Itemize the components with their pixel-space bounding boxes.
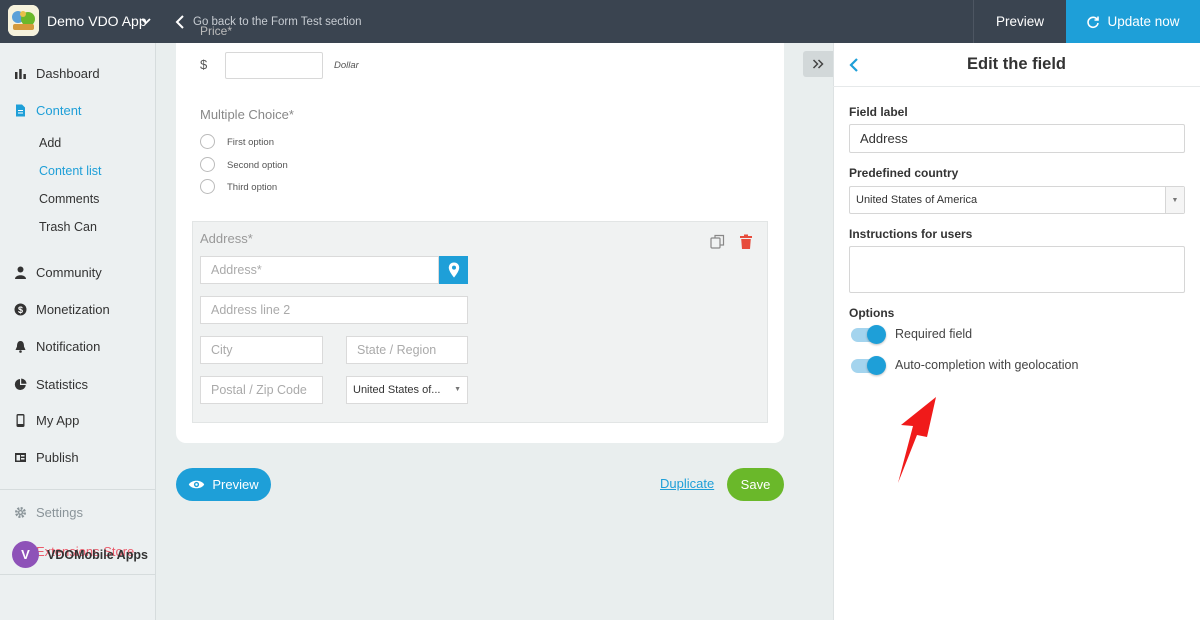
preview-button-label: Preview [212,477,259,492]
save-button[interactable]: Save [727,468,784,501]
chevron-down-icon[interactable] [140,14,152,28]
sidebar-item-statistics[interactable]: Statistics [14,377,88,392]
address-input[interactable]: Address* [200,256,439,284]
refresh-icon [1087,15,1100,28]
app-logo[interactable] [8,5,39,36]
publish-icon [15,453,26,462]
sidebar-item-label: Monetization [36,302,110,317]
sidebar-item-settings[interactable]: Settings [14,505,83,520]
document-icon [16,104,25,117]
map-pin-icon [448,262,459,278]
country-select-value: United States of... [353,384,441,396]
select-caret-icon[interactable]: ▼ [1165,187,1184,213]
options-label: Options [849,306,895,320]
annotation-arrow [898,397,936,483]
collapse-panel-button[interactable] [803,51,833,77]
field-label-input[interactable]: Address [849,124,1185,153]
sidebar-item-label: Notification [36,339,101,354]
phone-icon [16,414,25,427]
field-label-label: Field label [849,105,908,119]
sidebar-item-monetization[interactable]: $ Monetization [14,302,110,317]
address-field-title: Address* [200,231,253,246]
postal-code-input[interactable]: Postal / Zip Code [200,376,323,404]
chevron-left-icon [175,15,184,29]
price-input[interactable] [225,52,323,79]
multiple-choice-title: Multiple Choice* [200,107,294,122]
sidebar-item-label: Publish [36,450,79,465]
copy-icon[interactable] [710,234,725,249]
sidebar-item-label: Community [36,265,102,280]
radio-option[interactable] [200,134,215,149]
predefined-country-value: United States of America [856,194,978,206]
radio-option-label: Third option [227,182,278,193]
sidebar-item-notification[interactable]: Notification [14,339,100,354]
sidebar-subitem-content-list[interactable]: Content list [39,164,102,178]
radio-option[interactable] [200,157,215,172]
person-icon [15,266,26,279]
update-now-label: Update now [1107,14,1180,29]
app-name[interactable]: Demo VDO App [47,13,147,29]
sidebar-subitem-trash-can[interactable]: Trash Can [39,220,97,234]
predefined-country-select[interactable]: United States of America [849,186,1185,214]
sidebar-item-label: Dashboard [36,66,100,81]
radio-option-label: Second option [227,160,288,171]
update-now-button[interactable]: Update now [1066,0,1200,43]
sidebar-item-dashboard[interactable]: Dashboard [14,66,100,81]
sidebar-item-my-app[interactable]: My App [14,413,79,428]
address-line-2-input[interactable]: Address line 2 [200,296,468,324]
instructions-textarea[interactable] [849,246,1185,293]
avatar[interactable]: V [12,541,39,568]
sidebar-item-label: My App [36,413,80,428]
required-field-label: Required field [895,327,973,341]
duplicate-link[interactable]: Duplicate [660,476,714,491]
sidebar-item-label: Content [36,103,82,118]
predefined-country-label: Predefined country [849,166,959,180]
sidebar-item-label: Statistics [36,377,89,392]
sidebar [0,43,156,620]
geolocate-button[interactable] [439,256,468,284]
bar-chart-icon [15,69,26,79]
radio-option-label: First option [227,137,274,148]
instructions-label: Instructions for users [849,227,973,241]
select-caret-icon: ▼ [454,386,461,393]
toggle-knob[interactable] [867,325,886,344]
dollar-icon: $ [14,303,27,316]
gear-icon [15,507,26,518]
state-region-input[interactable]: State / Region [346,336,468,364]
geolocation-label: Auto-completion with geolocation [895,358,1079,372]
currency-symbol: $ [200,57,208,72]
radio-option[interactable] [200,179,215,194]
price-label: Price* [200,24,233,38]
preview-app-button[interactable]: Preview [973,0,1066,43]
pie-chart-icon [14,378,27,390]
sidebar-divider [0,489,156,490]
currency-unit: Dollar [334,60,359,71]
bell-icon [15,341,26,353]
svg-text:$: $ [18,305,23,315]
toggle-knob[interactable] [867,356,886,375]
country-select[interactable]: United States of... ▼ [346,376,468,404]
sidebar-item-label: Settings [36,505,83,520]
sidebar-subitem-comments[interactable]: Comments [39,192,99,206]
sidebar-item-community[interactable]: Community [14,265,102,280]
preview-button[interactable]: Preview [176,468,271,501]
city-input[interactable]: City [200,336,323,364]
sidebar-subitem-add[interactable]: Add [39,136,61,150]
sidebar-item-content[interactable]: Content [14,103,82,118]
account-name[interactable]: VDOMobile Apps [47,548,148,562]
eye-icon [189,480,205,489]
sidebar-item-publish[interactable]: Publish [14,450,79,465]
top-bar: Demo VDO App Go back to the Form Test se… [0,0,1200,43]
double-chevron-right-icon [812,59,824,69]
sidebar-divider [0,574,156,575]
trash-icon[interactable] [739,234,753,249]
panel-title: Edit the field [967,55,1066,73]
